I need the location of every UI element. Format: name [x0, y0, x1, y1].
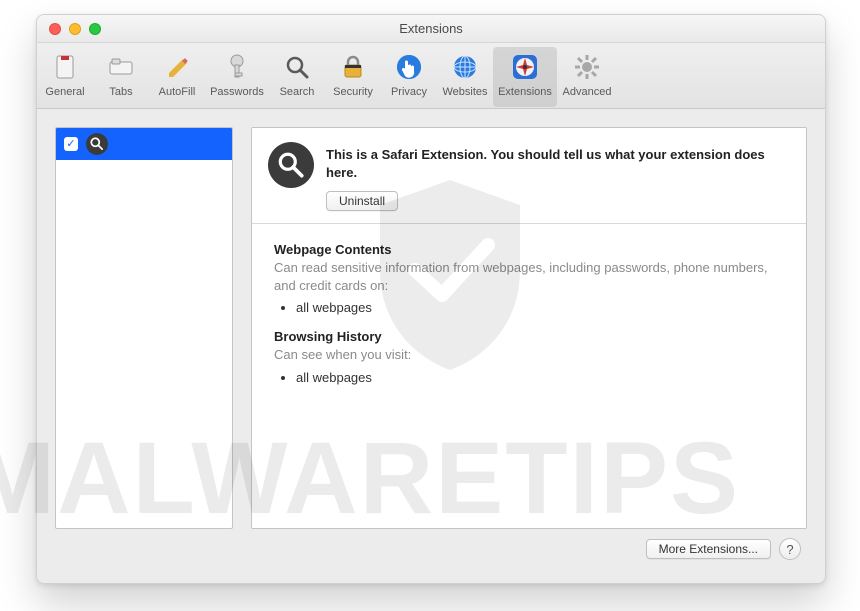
toolbar-passwords[interactable]: Passwords	[205, 47, 269, 107]
toolbar-search[interactable]: Search	[269, 47, 325, 107]
toolbar-label: General	[45, 85, 84, 99]
window-title: Extensions	[37, 21, 825, 36]
extensions-icon	[509, 51, 541, 83]
security-icon	[337, 51, 369, 83]
toolbar-websites[interactable]: Websites	[437, 47, 493, 107]
content-area: ✓ This is a Safari Extension. You should…	[37, 109, 825, 583]
permissions-section: Webpage Contents Can read sensitive info…	[252, 224, 806, 417]
toolbar-privacy[interactable]: Privacy	[381, 47, 437, 107]
permission-item: all webpages	[296, 370, 784, 385]
toolbar-label: Privacy	[391, 85, 427, 99]
preferences-window: Extensions General Tabs AutoFill Pa	[36, 14, 826, 584]
preferences-toolbar: General Tabs AutoFill Passwords Search	[37, 43, 825, 109]
toolbar-label: Tabs	[109, 85, 132, 99]
search-icon	[268, 142, 314, 188]
toolbar-label: Websites	[442, 85, 487, 99]
toolbar-label: Extensions	[498, 85, 552, 99]
permission-block: Webpage Contents Can read sensitive info…	[274, 242, 784, 315]
permission-title: Browsing History	[274, 329, 784, 344]
help-button[interactable]: ?	[779, 538, 801, 560]
sidebar-item-extension[interactable]: ✓	[56, 128, 232, 160]
more-extensions-button[interactable]: More Extensions...	[646, 539, 771, 559]
extension-enabled-checkbox[interactable]: ✓	[64, 137, 78, 151]
permission-title: Webpage Contents	[274, 242, 784, 257]
toolbar-extensions[interactable]: Extensions	[493, 47, 557, 107]
extensions-sidebar: ✓	[55, 127, 233, 529]
titlebar: Extensions	[37, 15, 825, 43]
toolbar-label: Security	[333, 85, 373, 99]
toolbar-autofill[interactable]: AutoFill	[149, 47, 205, 107]
passwords-icon	[221, 51, 253, 83]
toolbar-security[interactable]: Security	[325, 47, 381, 107]
privacy-icon	[393, 51, 425, 83]
toolbar-tabs[interactable]: Tabs	[93, 47, 149, 107]
autofill-icon	[161, 51, 193, 83]
panes: ✓ This is a Safari Extension. You should…	[55, 127, 807, 529]
search-icon	[281, 51, 313, 83]
tabs-icon	[105, 51, 137, 83]
permission-block: Browsing History Can see when you visit:…	[274, 329, 784, 385]
toolbar-label: AutoFill	[159, 85, 196, 99]
permission-item: all webpages	[296, 300, 784, 315]
advanced-icon	[571, 51, 603, 83]
permission-description: Can see when you visit:	[274, 346, 784, 364]
permission-list: all webpages	[296, 300, 784, 315]
extension-title-block: This is a Safari Extension. You should t…	[326, 142, 790, 211]
extension-detail-pane: This is a Safari Extension. You should t…	[251, 127, 807, 529]
permission-list: all webpages	[296, 370, 784, 385]
toolbar-advanced[interactable]: Advanced	[557, 47, 617, 107]
footer-bar: More Extensions... ?	[55, 529, 807, 569]
toolbar-general[interactable]: General	[37, 47, 93, 107]
toolbar-label: Advanced	[563, 85, 612, 99]
general-icon	[49, 51, 81, 83]
uninstall-button[interactable]: Uninstall	[326, 191, 398, 211]
permission-description: Can read sensitive information from webp…	[274, 259, 784, 294]
extension-description: This is a Safari Extension. You should t…	[326, 146, 790, 181]
extension-header: This is a Safari Extension. You should t…	[252, 128, 806, 224]
search-icon	[86, 133, 108, 155]
toolbar-label: Passwords	[210, 85, 264, 99]
websites-icon	[449, 51, 481, 83]
toolbar-label: Search	[280, 85, 315, 99]
